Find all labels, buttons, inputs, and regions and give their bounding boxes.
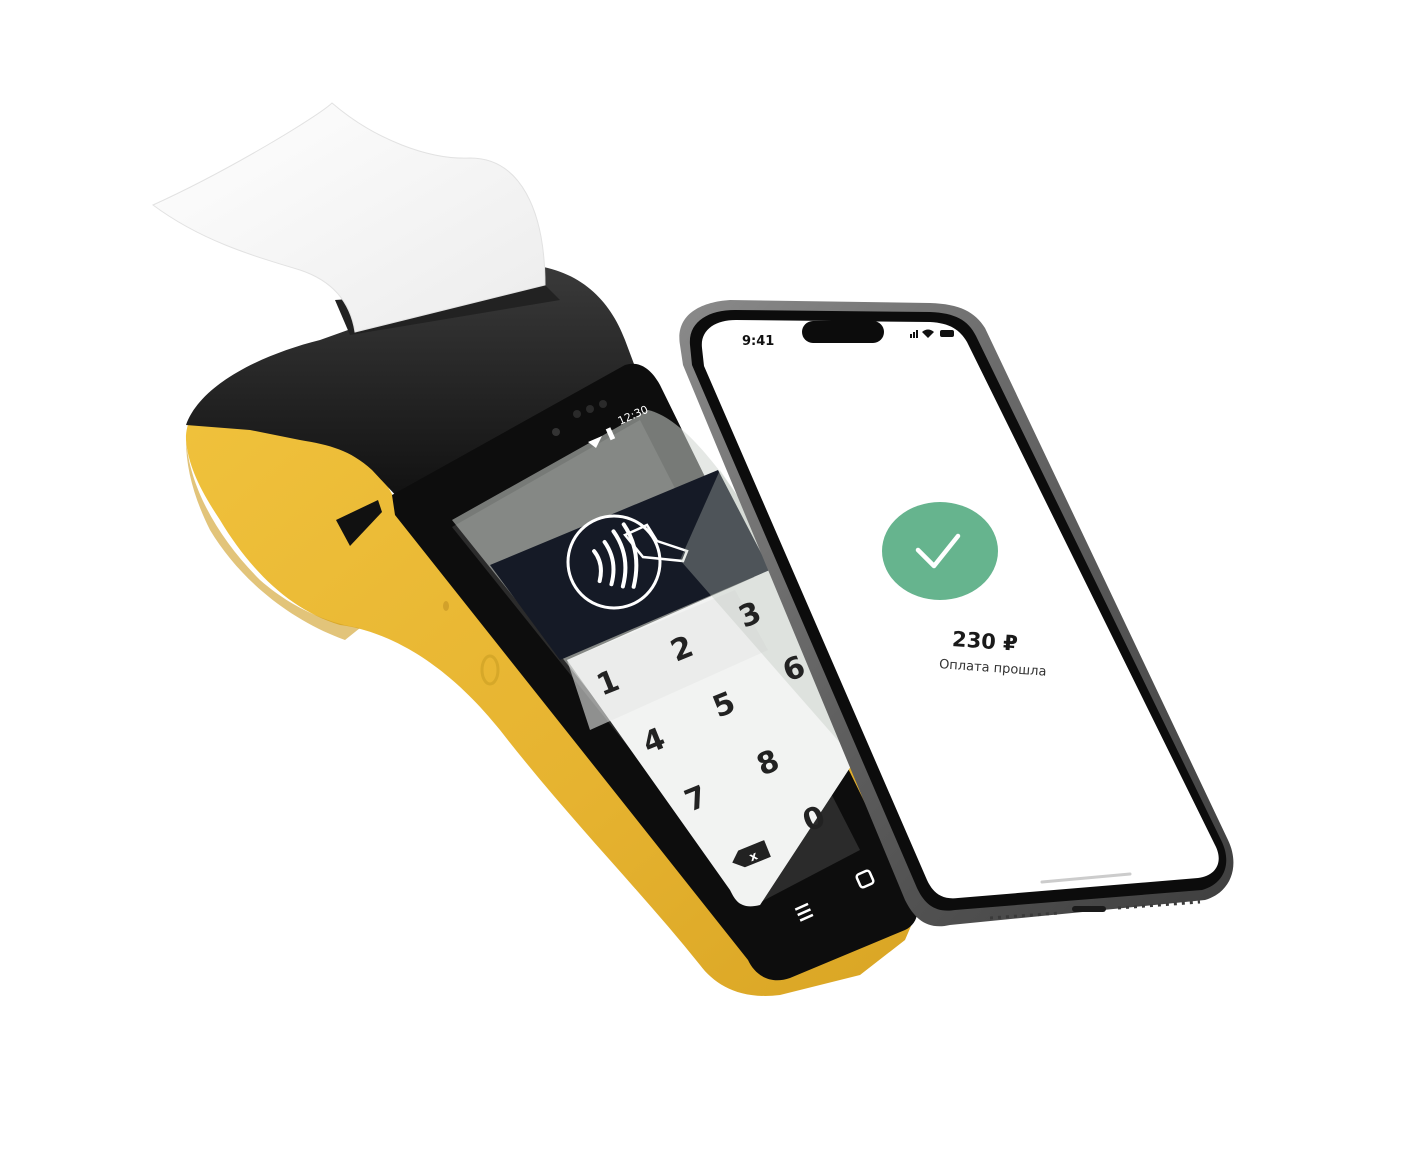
- phone-clock: 9:41: [742, 334, 774, 349]
- camera-dot: [599, 400, 607, 408]
- side-led: [443, 601, 449, 611]
- payment-scene: 1 2 3 4 5 6 7 8 0 x 12:30 9:41 230 ₽ Опл…: [152, 102, 1234, 996]
- success-circle: [882, 502, 998, 600]
- camera-dot: [573, 410, 581, 418]
- camera-dot: [586, 405, 594, 413]
- charging-port: [1072, 906, 1106, 912]
- success-indicator: [882, 502, 998, 600]
- dynamic-island: [802, 321, 884, 343]
- receipt-paper: [152, 102, 546, 333]
- signal-icon: [910, 334, 912, 338]
- payment-amount: 230 ₽: [951, 627, 1018, 656]
- sensor-dot: [552, 428, 560, 436]
- battery-icon: [940, 330, 954, 337]
